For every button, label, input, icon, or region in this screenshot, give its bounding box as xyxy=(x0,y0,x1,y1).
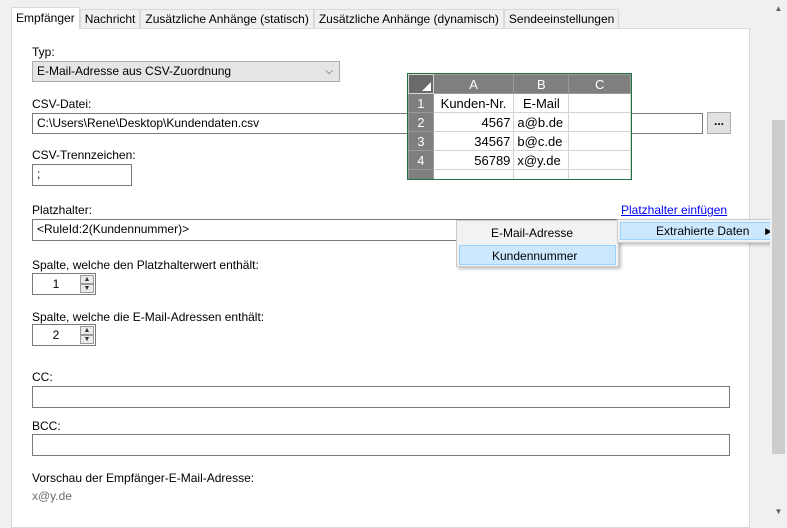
placeholder-submenu: E-Mail-Adresse Kundennummer xyxy=(456,220,619,267)
placeholder-column-value: 1 xyxy=(52,277,60,291)
table-row: 2 4567 a@b.de xyxy=(408,112,631,132)
table-row: 4 56789 x@y.de xyxy=(408,150,631,170)
placeholder-column-label: Spalte, welche den Platzhalterwert enthä… xyxy=(32,258,259,272)
menu-item-label: Extrahierte Daten xyxy=(656,224,750,238)
bcc-label: BCC: xyxy=(32,419,61,433)
row-header: 1 xyxy=(408,93,434,113)
preview-label: Vorschau der Empfänger-E-Mail-Adresse: xyxy=(32,471,255,485)
tab-nachricht[interactable]: Nachricht xyxy=(79,9,141,29)
cell-c4 xyxy=(568,150,631,170)
tab-anhaenge-dynamisch[interactable]: Zusätzliche Anhänge (dynamisch) xyxy=(313,9,504,29)
browse-button[interactable]: ... xyxy=(707,112,731,134)
column-header-c: C xyxy=(568,74,631,94)
spreadsheet-overlay: A B C 1 Kunden-Nr. E-Mail 2 4567 a@b.de … xyxy=(407,73,632,180)
cc-input[interactable] xyxy=(32,386,730,408)
cell-empty xyxy=(568,169,631,179)
bcc-input[interactable] xyxy=(32,434,730,456)
table-row: 1 Kunden-Nr. E-Mail xyxy=(408,93,631,113)
placeholder-menu: Extrahierte Daten ▶ xyxy=(617,219,784,243)
email-column-value: 2 xyxy=(52,328,60,342)
type-label: Typ: xyxy=(32,45,55,59)
row-header: 2 xyxy=(408,112,434,132)
row-header: 3 xyxy=(408,131,434,151)
placeholder-label: Platzhalter: xyxy=(32,203,93,217)
table-row: 3 34567 b@c.de xyxy=(408,131,631,151)
csv-label: CSV-Datei: xyxy=(32,97,92,111)
menu-item-email[interactable]: E-Mail-Adresse xyxy=(459,223,616,243)
spin-down-icon[interactable]: ▼ xyxy=(80,284,94,293)
row-header: 4 xyxy=(408,150,434,170)
menu-item-kundennummer[interactable]: Kundennummer xyxy=(459,245,616,265)
tab-bar: Empfänger Nachricht Zusätzliche Anhänge … xyxy=(11,7,620,29)
preview-value: x@y.de xyxy=(32,489,72,503)
select-all-corner xyxy=(408,74,434,94)
type-select[interactable]: E-Mail-Adresse aus CSV-Zuordnung ⌵ xyxy=(32,61,340,82)
cell-a1: Kunden-Nr. xyxy=(432,93,515,113)
column-header-b: B xyxy=(513,74,570,94)
cell-b4: x@y.de xyxy=(513,150,570,170)
dropdown-arrow-icon: ⌵ xyxy=(325,66,333,77)
tab-empfaenger[interactable]: Empfänger xyxy=(11,7,80,29)
tab-sendeeinstellungen[interactable]: Sendeeinstellungen xyxy=(503,9,620,29)
cell-b3: b@c.de xyxy=(513,131,570,151)
row-header xyxy=(408,169,434,179)
scroll-up-icon[interactable]: ▲ xyxy=(770,0,787,17)
cell-c2 xyxy=(568,112,631,132)
vertical-scrollbar[interactable]: ▲ ▼ xyxy=(770,0,787,520)
separator-input[interactable]: ; xyxy=(32,164,132,186)
email-column-label: Spalte, welche die E-Mail-Adressen enthä… xyxy=(32,310,265,324)
cell-a2: 4567 xyxy=(432,112,515,132)
email-column-stepper[interactable]: 2 ▲ ▼ xyxy=(32,324,96,346)
separator-label: CSV-Trennzeichen: xyxy=(32,148,136,162)
scrollbar-thumb[interactable] xyxy=(772,120,785,454)
scroll-down-icon[interactable]: ▼ xyxy=(770,503,787,520)
cell-a3: 34567 xyxy=(432,131,515,151)
spin-up-icon[interactable]: ▲ xyxy=(80,326,94,335)
cell-c1 xyxy=(568,93,631,113)
cell-empty xyxy=(432,169,515,179)
placeholder-column-stepper[interactable]: 1 ▲ ▼ xyxy=(32,273,96,295)
cell-a4: 56789 xyxy=(432,150,515,170)
insert-placeholder-link[interactable]: Platzhalter einfügen xyxy=(621,203,727,217)
cell-empty xyxy=(513,169,570,179)
spin-up-icon[interactable]: ▲ xyxy=(80,275,94,284)
menu-item-extrahierte-daten[interactable]: Extrahierte Daten ▶ xyxy=(620,222,781,240)
type-select-value: E-Mail-Adresse aus CSV-Zuordnung xyxy=(37,64,232,78)
cell-c3 xyxy=(568,131,631,151)
tab-anhaenge-statisch[interactable]: Zusätzliche Anhänge (statisch) xyxy=(140,9,314,29)
cell-b2: a@b.de xyxy=(513,112,570,132)
cc-label: CC: xyxy=(32,370,53,384)
spin-down-icon[interactable]: ▼ xyxy=(80,335,94,344)
cell-b1: E-Mail xyxy=(513,93,570,113)
column-header-a: A xyxy=(432,74,515,94)
